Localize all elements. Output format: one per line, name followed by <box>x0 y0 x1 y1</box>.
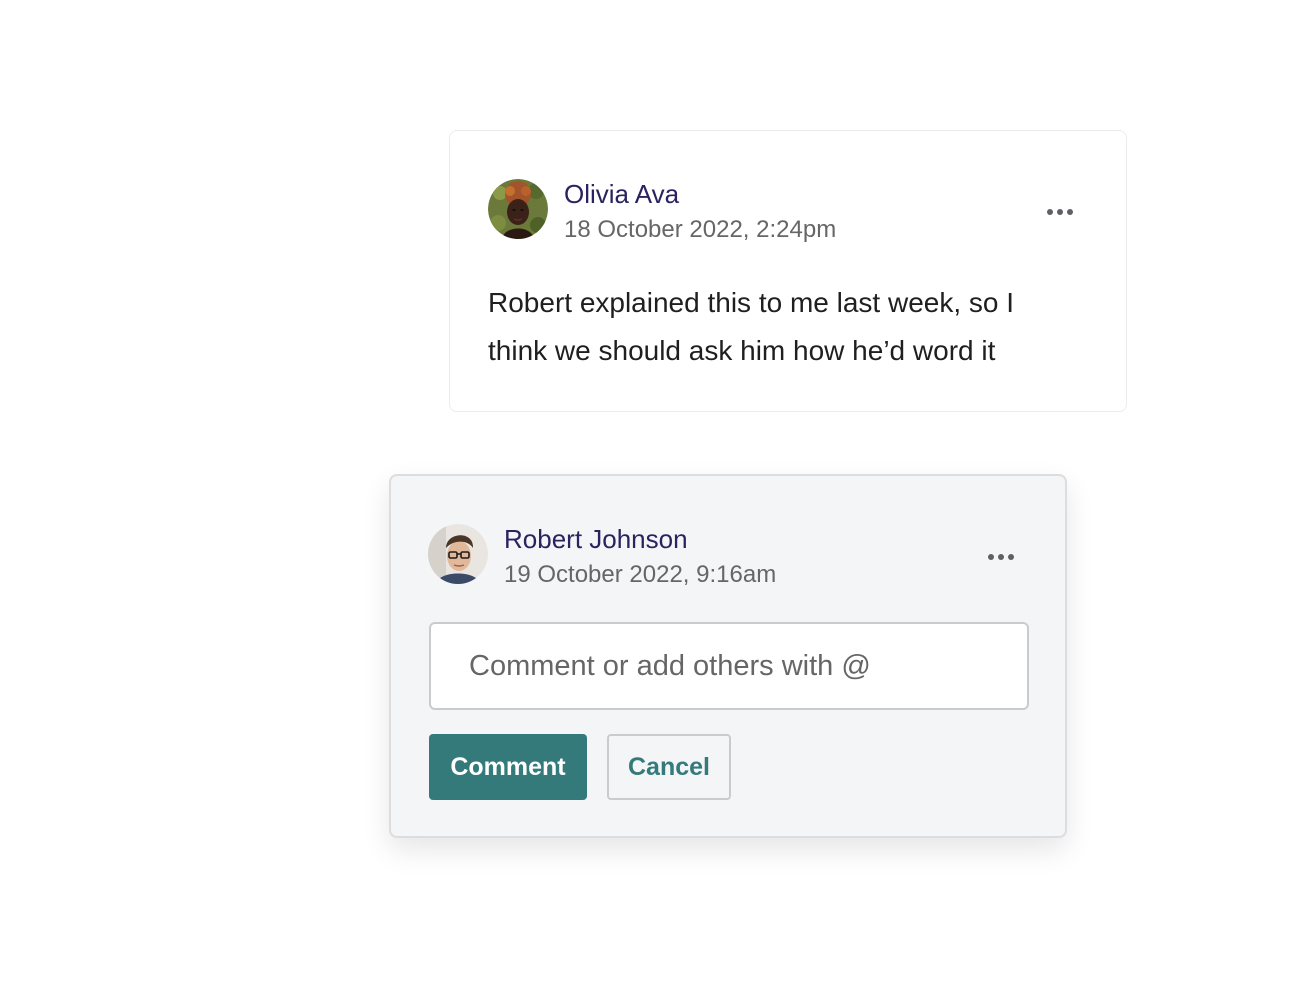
more-horizontal-icon-dot <box>1067 209 1073 215</box>
comment-input[interactable] <box>429 622 1029 710</box>
cancel-button[interactable]: Cancel <box>607 734 731 800</box>
more-horizontal-icon <box>1047 209 1053 215</box>
avatar-olivia-image <box>488 179 548 239</box>
page: Olivia Ava 18 October 2022, 2:24pm Rober… <box>0 0 1300 1000</box>
comment-timestamp: 19 October 2022, 9:16am <box>504 561 777 588</box>
comment-timestamp: 18 October 2022, 2:24pm <box>564 216 837 243</box>
more-options-button[interactable] <box>1040 200 1080 224</box>
comment-text: Robert explained this to me last week, s… <box>488 287 1015 366</box>
comment-card-robert: Robert Johnson 19 October 2022, 9:16am C… <box>389 474 1067 838</box>
avatar <box>428 524 488 584</box>
author-name: Olivia Ava <box>564 179 680 209</box>
avatar <box>488 179 548 239</box>
more-horizontal-icon-dot <box>998 554 1004 560</box>
avatar-robert-image <box>428 524 488 584</box>
author-name: Robert Johnson <box>504 524 688 554</box>
more-horizontal-icon-dot <box>1057 209 1063 215</box>
comment-submit-button[interactable]: Comment <box>429 734 587 800</box>
more-options-button[interactable] <box>981 545 1021 569</box>
more-horizontal-icon-dot <box>1008 554 1014 560</box>
more-horizontal-icon <box>988 554 994 560</box>
comment-card-olivia: Olivia Ava 18 October 2022, 2:24pm Rober… <box>449 130 1127 412</box>
